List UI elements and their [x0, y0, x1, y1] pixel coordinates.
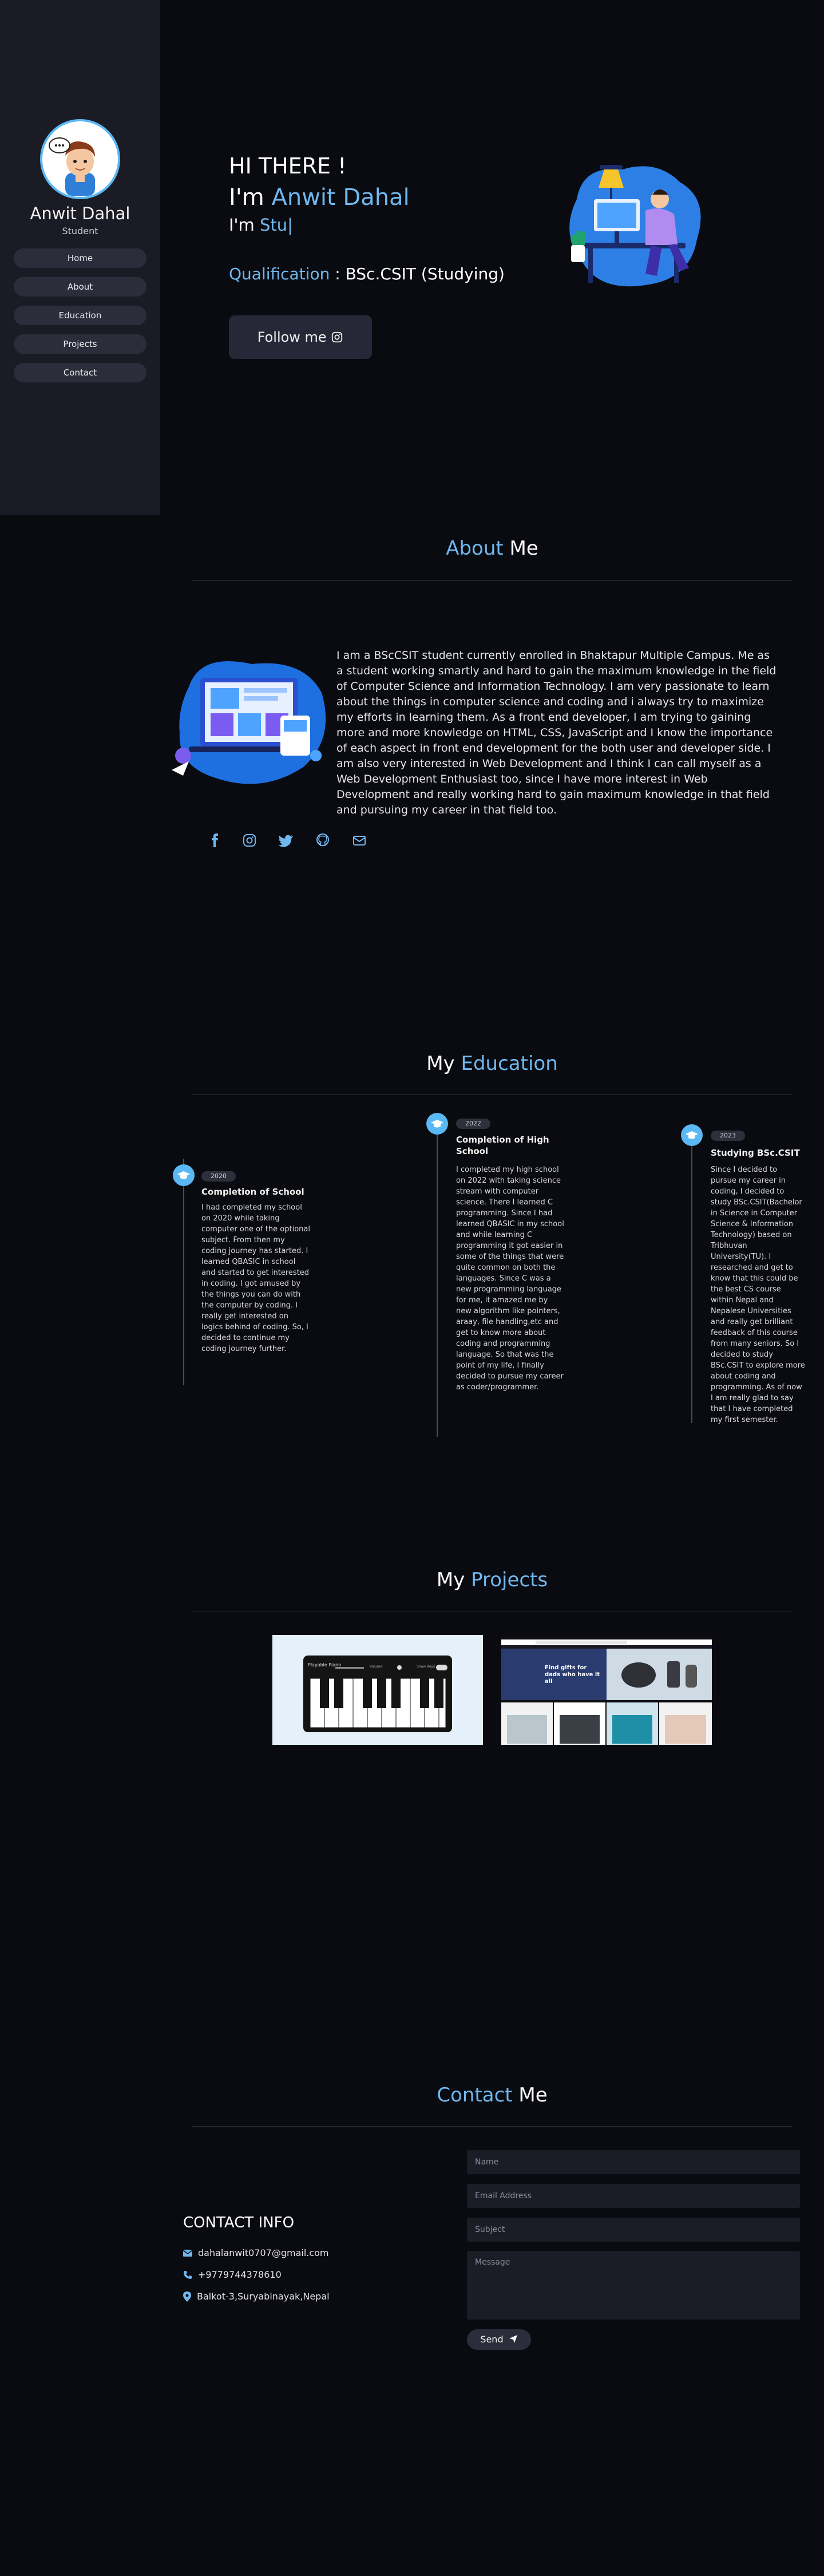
projects-title-accent: Projects	[471, 1568, 548, 1591]
send-label: Send	[480, 2334, 504, 2345]
education-year: 2020	[201, 1171, 236, 1182]
hero-typing-line: I'm Stu|	[229, 215, 293, 235]
about-title: About Me	[192, 537, 793, 560]
education-item-title: Studying BSc.CSIT	[711, 1148, 800, 1158]
paper-plane-icon	[509, 2335, 517, 2343]
shop-banner-text: Find gifts for dads who have it all	[545, 1665, 600, 1685]
hero-im-prefix: I'm	[229, 184, 272, 211]
contact-address: Balkot-3,Suryabinayak,Nepal	[197, 2291, 330, 2302]
contact-email[interactable]: dahalanwit0707@gmail.com	[198, 2247, 329, 2258]
nav-projects[interactable]: Projects	[14, 334, 146, 354]
graduation-cap-icon	[173, 1164, 195, 1186]
instagram-icon[interactable]	[240, 831, 259, 850]
about-text: I am a BScCSIT student currently enrolle…	[336, 649, 777, 816]
about-title-rest: Me	[503, 537, 538, 560]
timeline-line	[437, 1113, 438, 1437]
education-item-title: Completion of School	[201, 1187, 304, 1197]
contact-title: Contact Me	[192, 2084, 793, 2107]
education-title: My Education	[192, 1052, 793, 1075]
nav-education[interactable]: Education	[14, 306, 146, 325]
github-icon[interactable]	[314, 831, 332, 850]
developer-desk-illustration	[569, 165, 701, 287]
sidebar-name: Anwit Dahal	[30, 204, 130, 223]
name-input[interactable]: Name	[467, 2150, 800, 2174]
contact-title-rest: Me	[512, 2084, 548, 2107]
hero-typing-text: Stu|	[260, 215, 293, 235]
timeline-line	[691, 1125, 692, 1423]
piano-title: Playable Piano	[308, 1662, 342, 1668]
message-textarea[interactable]: Message	[467, 2251, 800, 2320]
shop-preview	[501, 1639, 712, 1745]
contact-email-row: dahalanwit0707@gmail.com	[183, 2247, 329, 2258]
education-item-desc: I had completed my school on 2020 while …	[201, 1203, 310, 1353]
project-card-piano[interactable]: Playable Piano Volume Show Keys	[272, 1635, 483, 1745]
education-year: 2022	[456, 1119, 490, 1129]
subject-input[interactable]: Subject	[467, 2218, 800, 2242]
piano-show-keys-label: Show Keys	[417, 1665, 435, 1669]
education-item-title: Completion of High School	[456, 1135, 549, 1156]
qualification-value: : BSc.CSIT (Studying)	[330, 264, 505, 283]
nav-contact[interactable]: Contact	[14, 363, 146, 382]
hero-name: Anwit Dahal	[271, 184, 410, 211]
graduation-cap-icon	[681, 1124, 703, 1146]
contact-address-row: Balkot-3,Suryabinayak,Nepal	[183, 2291, 330, 2302]
contact-phone-row: +9779744378610	[183, 2269, 282, 2280]
instagram-icon	[332, 331, 343, 343]
education-item-desc: I completed my high school on 2022 with …	[456, 1165, 564, 1392]
contact-title-accent: Contact	[437, 2084, 513, 2107]
phone-icon	[184, 2270, 192, 2279]
contact-info-heading: CONTACT INFO	[183, 2214, 295, 2231]
education-item-desc: Since I decided to pursue my career in c…	[711, 1165, 805, 1424]
contact-phone[interactable]: +9779744378610	[198, 2269, 282, 2280]
projects-title: My Projects	[192, 1568, 793, 1591]
nav-home[interactable]: Home	[14, 248, 146, 268]
send-button[interactable]: Send	[467, 2329, 531, 2350]
about-divider	[192, 580, 793, 581]
avatar	[40, 119, 120, 199]
project-card-shop[interactable]: Find gifts for dads who have it all	[501, 1635, 712, 1745]
projects-title-rest: My	[436, 1568, 472, 1591]
hero-qualification: Qualification : BSc.CSIT (Studying)	[229, 264, 505, 283]
follow-me-button[interactable]: Follow me	[229, 315, 372, 359]
nav-about[interactable]: About	[14, 277, 146, 297]
about-title-accent: About	[446, 537, 504, 560]
education-title-rest: My	[426, 1052, 461, 1075]
education-year: 2023	[711, 1131, 745, 1141]
piano-volume-label: Volume	[370, 1665, 383, 1669]
hero-typing-prefix: I'm	[229, 215, 260, 235]
twitter-icon[interactable]	[277, 831, 295, 850]
education-title-accent: Education	[461, 1052, 558, 1075]
sidebar: Anwit Dahal Student Home About Education…	[0, 0, 160, 515]
timeline-line	[183, 1159, 184, 1385]
web-dev-illustration	[172, 661, 326, 784]
mail-icon[interactable]	[350, 831, 369, 850]
hero-intro: I'm Anwit Dahal	[229, 184, 410, 211]
email-input[interactable]: Email Address	[467, 2184, 800, 2208]
piano-preview	[303, 1656, 452, 1732]
sidebar-role: Student	[62, 226, 98, 236]
qualification-label: Qualification	[229, 264, 330, 283]
envelope-icon	[183, 2249, 192, 2257]
hero-greeting: HI THERE !	[229, 153, 347, 179]
facebook-icon[interactable]	[206, 831, 224, 850]
cartoon-avatar-icon	[42, 121, 118, 197]
follow-label: Follow me	[257, 329, 327, 345]
graduation-cap-icon	[426, 1113, 448, 1135]
location-pin-icon	[183, 2291, 191, 2302]
contact-divider	[192, 2126, 793, 2127]
